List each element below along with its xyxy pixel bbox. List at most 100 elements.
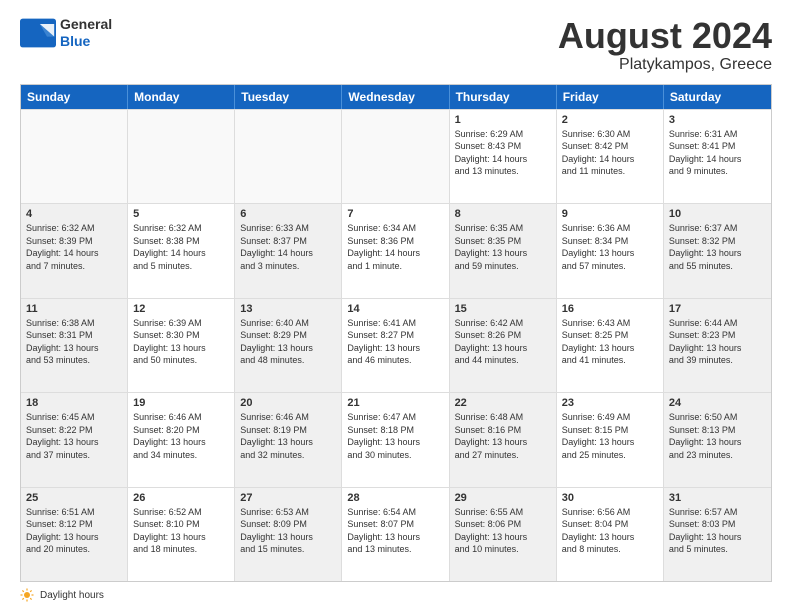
- calendar-cell: [128, 110, 235, 203]
- day-info: Sunrise: 6:40 AM Sunset: 8:29 PM Dayligh…: [240, 317, 336, 367]
- calendar-cell: 20 Sunrise: 6:46 AM Sunset: 8:19 PM Dayli…: [235, 393, 342, 486]
- logo-icon: [20, 18, 56, 48]
- calendar-cell: 18Sunrise: 6:45 AM Sunset: 8:22 PM Dayli…: [21, 393, 128, 486]
- day-number: 2: [562, 114, 658, 126]
- calendar-cell: 1 Sunrise: 6:29 AM Sunset: 8:43 PM Daylig…: [450, 110, 557, 203]
- calendar-cell: 26Sunrise: 6:52 AM Sunset: 8:10 PM Dayli…: [128, 488, 235, 581]
- day-info: Sunrise: 6:53 AM Sunset: 8:09 PM Dayligh…: [240, 506, 336, 556]
- calendar-cell: 6Sunrise: 6:33 AM Sunset: 8:37 PM Daylig…: [235, 204, 342, 297]
- calendar-cell: 29 Sunrise: 6:55 AM Sunset: 8:06 PM Dayli…: [450, 488, 557, 581]
- calendar: SundayMondayTuesdayWednesdayThursdayFrid…: [20, 84, 772, 582]
- day-info: Sunrise: 6:31 AM Sunset: 8:41 PM Dayligh…: [669, 128, 766, 178]
- logo-blue-text: Blue: [60, 33, 112, 50]
- day-info: Sunrise: 6:54 AM Sunset: 8:07 PM Dayligh…: [347, 506, 443, 556]
- calendar-cell: 15 Sunrise: 6:42 AM Sunset: 8:26 PM Dayli…: [450, 299, 557, 392]
- logo-general-text: General: [60, 16, 112, 33]
- footer-note: Daylight hours: [20, 588, 772, 602]
- day-info: Sunrise: 6:39 AM Sunset: 8:30 PM Dayligh…: [133, 317, 229, 367]
- page: General Blue August 2024 Platykampos, Gr…: [0, 0, 792, 612]
- calendar-cell: 23Sunrise: 6:49 AM Sunset: 8:15 PM Dayli…: [557, 393, 664, 486]
- day-info: Sunrise: 6:52 AM Sunset: 8:10 PM Dayligh…: [133, 506, 229, 556]
- day-of-week-header: Saturday: [664, 85, 771, 109]
- day-info: Sunrise: 6:56 AM Sunset: 8:04 PM Dayligh…: [562, 506, 658, 556]
- day-number: 22: [455, 397, 551, 409]
- calendar-cell: 28 Sunrise: 6:54 AM Sunset: 8:07 PM Dayli…: [342, 488, 449, 581]
- calendar-cell: 5 Sunrise: 6:32 AM Sunset: 8:38 PM Daylig…: [128, 204, 235, 297]
- day-number: 17: [669, 303, 766, 315]
- day-info: Sunrise: 6:51 AM Sunset: 8:12 PM Dayligh…: [26, 506, 122, 556]
- day-info: Sunrise: 6:55 AM Sunset: 8:06 PM Dayligh…: [455, 506, 551, 556]
- calendar-cell: 10 Sunrise: 6:37 AM Sunset: 8:32 PM Dayli…: [664, 204, 771, 297]
- day-info: Sunrise: 6:47 AM Sunset: 8:18 PM Dayligh…: [347, 411, 443, 461]
- calendar-cell: 3 Sunrise: 6:31 AM Sunset: 8:41 PM Daylig…: [664, 110, 771, 203]
- calendar-cell: 22 Sunrise: 6:48 AM Sunset: 8:16 PM Dayli…: [450, 393, 557, 486]
- day-number: 30: [562, 492, 658, 504]
- day-number: 3: [669, 114, 766, 126]
- calendar-week-row: 4 Sunrise: 6:32 AM Sunset: 8:39 PM Daylig…: [21, 203, 771, 297]
- day-info: Sunrise: 6:36 AM Sunset: 8:34 PM Dayligh…: [562, 222, 658, 272]
- day-number: 18: [26, 397, 122, 409]
- day-number: 11: [26, 303, 122, 315]
- day-number: 5: [133, 208, 229, 220]
- title-month: August 2024: [558, 16, 772, 56]
- day-number: 20: [240, 397, 336, 409]
- day-number: 6: [240, 208, 336, 220]
- day-number: 19: [133, 397, 229, 409]
- day-number: 13: [240, 303, 336, 315]
- day-number: 24: [669, 397, 766, 409]
- day-number: 27: [240, 492, 336, 504]
- day-info: Sunrise: 6:29 AM Sunset: 8:43 PM Dayligh…: [455, 128, 551, 178]
- day-number: 28: [347, 492, 443, 504]
- day-info: Sunrise: 6:35 AM Sunset: 8:35 PM Dayligh…: [455, 222, 551, 272]
- day-info: Sunrise: 6:48 AM Sunset: 8:16 PM Dayligh…: [455, 411, 551, 461]
- calendar-header-row: SundayMondayTuesdayWednesdayThursdayFrid…: [21, 85, 771, 109]
- day-info: Sunrise: 6:46 AM Sunset: 8:20 PM Dayligh…: [133, 411, 229, 461]
- calendar-cell: 24Sunrise: 6:50 AM Sunset: 8:13 PM Dayli…: [664, 393, 771, 486]
- sun-icon: [20, 588, 34, 602]
- title-location: Platykampos, Greece: [558, 56, 772, 74]
- calendar-cell: 12 Sunrise: 6:39 AM Sunset: 8:30 PM Dayli…: [128, 299, 235, 392]
- day-info: Sunrise: 6:34 AM Sunset: 8:36 PM Dayligh…: [347, 222, 443, 272]
- day-number: 10: [669, 208, 766, 220]
- calendar-cell: 17Sunrise: 6:44 AM Sunset: 8:23 PM Dayli…: [664, 299, 771, 392]
- day-number: 4: [26, 208, 122, 220]
- daylight-label: Daylight hours: [40, 590, 104, 601]
- day-number: 31: [669, 492, 766, 504]
- day-number: 15: [455, 303, 551, 315]
- calendar-cell: 9Sunrise: 6:36 AM Sunset: 8:34 PM Daylig…: [557, 204, 664, 297]
- day-info: Sunrise: 6:43 AM Sunset: 8:25 PM Dayligh…: [562, 317, 658, 367]
- calendar-body: 1 Sunrise: 6:29 AM Sunset: 8:43 PM Daylig…: [21, 109, 771, 581]
- calendar-week-row: 18Sunrise: 6:45 AM Sunset: 8:22 PM Dayli…: [21, 392, 771, 486]
- day-info: Sunrise: 6:42 AM Sunset: 8:26 PM Dayligh…: [455, 317, 551, 367]
- day-number: 16: [562, 303, 658, 315]
- day-number: 7: [347, 208, 443, 220]
- day-number: 29: [455, 492, 551, 504]
- logo: General Blue: [20, 16, 112, 50]
- calendar-cell: 31 Sunrise: 6:57 AM Sunset: 8:03 PM Dayli…: [664, 488, 771, 581]
- day-number: 8: [455, 208, 551, 220]
- day-number: 1: [455, 114, 551, 126]
- calendar-cell: 4 Sunrise: 6:32 AM Sunset: 8:39 PM Daylig…: [21, 204, 128, 297]
- day-number: 25: [26, 492, 122, 504]
- day-info: Sunrise: 6:57 AM Sunset: 8:03 PM Dayligh…: [669, 506, 766, 556]
- calendar-cell: 27 Sunrise: 6:53 AM Sunset: 8:09 PM Dayli…: [235, 488, 342, 581]
- day-of-week-header: Wednesday: [342, 85, 449, 109]
- day-of-week-header: Tuesday: [235, 85, 342, 109]
- calendar-cell: 2 Sunrise: 6:30 AM Sunset: 8:42 PM Daylig…: [557, 110, 664, 203]
- day-info: Sunrise: 6:38 AM Sunset: 8:31 PM Dayligh…: [26, 317, 122, 367]
- day-of-week-header: Monday: [128, 85, 235, 109]
- day-number: 12: [133, 303, 229, 315]
- day-of-week-header: Thursday: [450, 85, 557, 109]
- day-info: Sunrise: 6:46 AM Sunset: 8:19 PM Dayligh…: [240, 411, 336, 461]
- day-info: Sunrise: 6:30 AM Sunset: 8:42 PM Dayligh…: [562, 128, 658, 178]
- day-info: Sunrise: 6:37 AM Sunset: 8:32 PM Dayligh…: [669, 222, 766, 272]
- calendar-week-row: 11 Sunrise: 6:38 AM Sunset: 8:31 PM Dayli…: [21, 298, 771, 392]
- day-info: Sunrise: 6:32 AM Sunset: 8:39 PM Dayligh…: [26, 222, 122, 272]
- calendar-week-row: 25 Sunrise: 6:51 AM Sunset: 8:12 PM Dayli…: [21, 487, 771, 581]
- calendar-cell: 19 Sunrise: 6:46 AM Sunset: 8:20 PM Dayli…: [128, 393, 235, 486]
- day-number: 14: [347, 303, 443, 315]
- calendar-cell: 16 Sunrise: 6:43 AM Sunset: 8:25 PM Dayli…: [557, 299, 664, 392]
- title-block: August 2024 Platykampos, Greece: [558, 16, 772, 74]
- day-info: Sunrise: 6:32 AM Sunset: 8:38 PM Dayligh…: [133, 222, 229, 272]
- header: General Blue August 2024 Platykampos, Gr…: [20, 16, 772, 74]
